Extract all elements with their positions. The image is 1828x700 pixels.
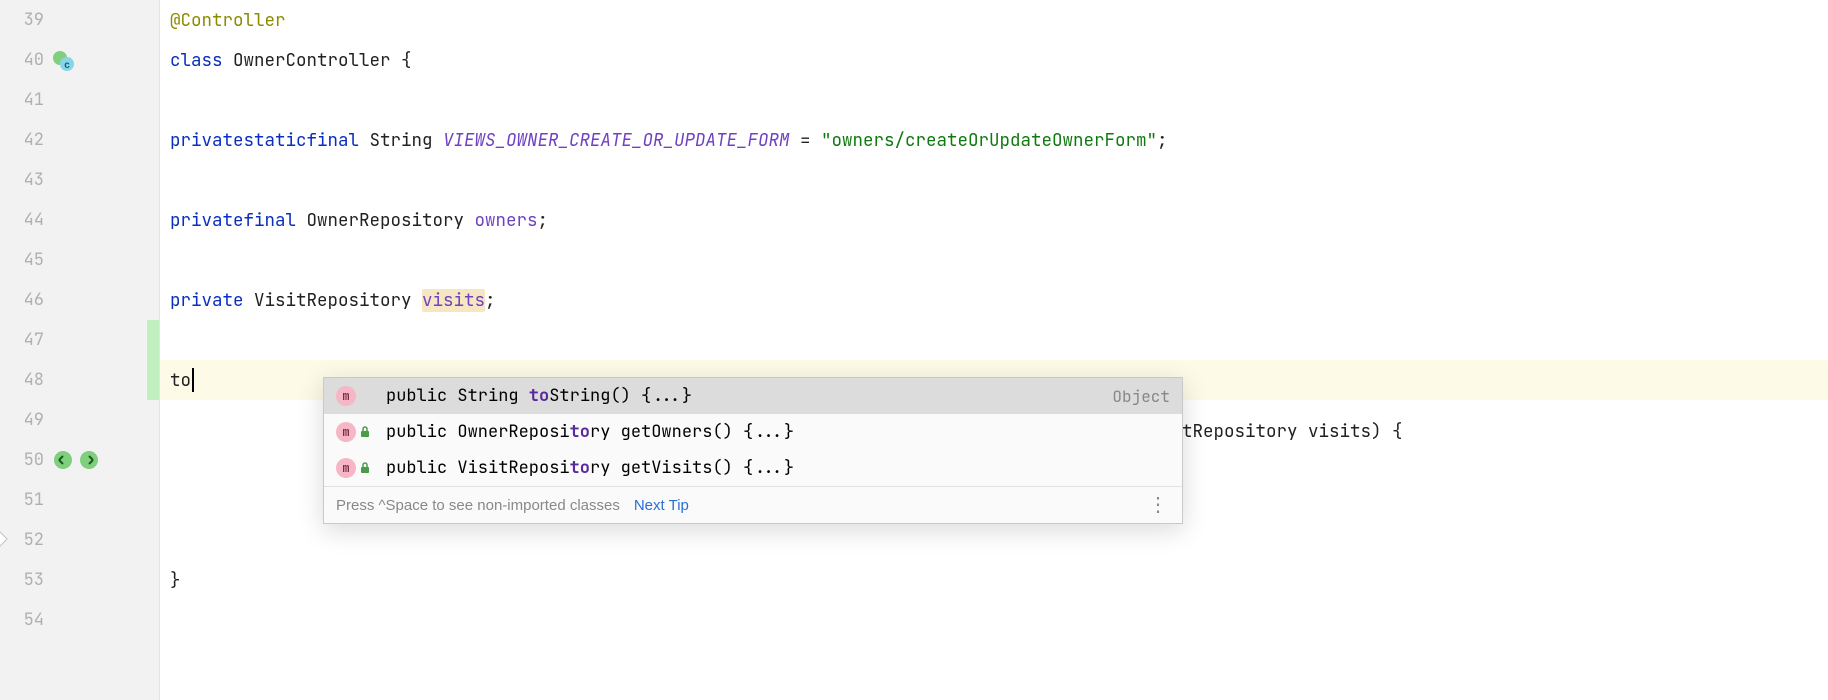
code-text: "owners/createOrUpdateOwnerForm" [821, 129, 1157, 152]
code-text: VisitRepository [244, 289, 423, 312]
completion-more-icon[interactable]: ⋮ [1148, 495, 1170, 515]
code-text: ; [485, 289, 496, 312]
code-text: } [170, 569, 181, 592]
code-text: @Controller [170, 9, 286, 32]
class-gutter-icon[interactable]: c [52, 48, 76, 72]
completion-item[interactable]: m public VisitRepository getVisits() {...… [324, 450, 1182, 486]
svg-text:c: c [64, 60, 70, 71]
code-text: private [170, 289, 244, 312]
line-number: 44 [0, 209, 48, 231]
code-text: visits [422, 289, 485, 312]
completion-popup[interactable]: m public String toString() {...} Object m pu… [323, 377, 1183, 524]
completion-tail: Object [1112, 386, 1170, 407]
vcs-change-marker[interactable] [147, 360, 159, 400]
line-number: 49 [0, 409, 48, 431]
code-text: VIEWS_OWNER_CREATE_OR_UPDATE_FORM [443, 129, 790, 152]
lock-icon [358, 425, 372, 439]
line-number: 48 [0, 369, 48, 391]
code-text: = [790, 129, 822, 152]
method-icon: m [336, 458, 356, 478]
gutter-row: 50 [0, 440, 159, 480]
caret [192, 368, 194, 392]
completion-next-tip-link[interactable]: Next Tip [634, 497, 689, 514]
completion-label: public OwnerRepository getOwners() {...} [386, 421, 1160, 443]
vcs-change-marker[interactable] [147, 320, 159, 360]
line-number: 46 [0, 289, 48, 311]
line-number: 54 [0, 609, 48, 631]
gutter-row: 47 [0, 320, 159, 360]
line-number: 53 [0, 569, 48, 591]
code-text: owners [475, 209, 538, 232]
completion-label: public String toString() {...} [386, 385, 1102, 407]
typed-text: to [170, 369, 191, 392]
completion-footer: Press ^Space to see non-imported classes… [324, 486, 1182, 523]
gutter-row: 39 [0, 0, 159, 40]
line-number: 52 [0, 529, 48, 551]
line-number: 39 [0, 9, 48, 31]
code-behind-popup: tRepository visits) { [1182, 411, 1403, 451]
overrides-gutter-icon[interactable] [78, 449, 100, 471]
code-editor[interactable]: 39 40 c 41 42 43 44 45 46 47 [0, 0, 1828, 700]
line-number: 43 [0, 169, 48, 191]
code-text: ; [1157, 129, 1168, 152]
completion-item[interactable]: m public String toString() {...} Object [324, 378, 1182, 414]
code-text: final [307, 129, 360, 152]
line-number: 47 [0, 329, 48, 351]
line-number: 45 [0, 249, 48, 271]
method-icon: m [336, 422, 356, 442]
code-text: OwnerController { [223, 49, 412, 72]
code-text: String [359, 129, 443, 152]
completion-item[interactable]: m public OwnerRepository getOwners() {...… [324, 414, 1182, 450]
line-number: 40 [0, 49, 48, 71]
code-area[interactable]: @Controller class OwnerController { priv… [160, 0, 1828, 700]
code-text: private [170, 209, 244, 232]
code-text: static [244, 129, 307, 152]
implements-gutter-icon[interactable] [52, 449, 74, 471]
line-number: 51 [0, 489, 48, 511]
gutter-row: 48 [0, 360, 159, 400]
code-text: OwnerRepository [296, 209, 475, 232]
code-text: private [170, 129, 244, 152]
line-number: 42 [0, 129, 48, 151]
gutter-row: 40 c [0, 40, 159, 80]
line-number: 50 [0, 449, 48, 471]
gutter: 39 40 c 41 42 43 44 45 46 47 [0, 0, 160, 700]
code-text: final [244, 209, 297, 232]
line-number: 41 [0, 89, 48, 111]
method-icon: m [336, 386, 356, 406]
lock-icon [358, 461, 372, 475]
completion-label: public VisitRepository getVisits() {...} [386, 457, 1160, 479]
code-text: ; [538, 209, 549, 232]
code-text: class [170, 49, 223, 72]
completion-hint: Press ^Space to see non-imported classes [336, 497, 620, 514]
